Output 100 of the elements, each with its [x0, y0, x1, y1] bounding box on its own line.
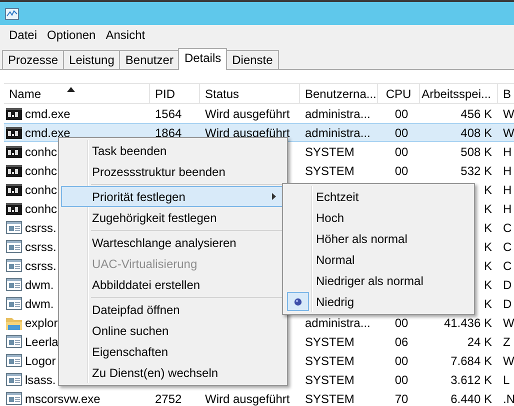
table-cell-text: H [502, 182, 513, 198]
console-icon [6, 164, 22, 176]
process-name: conhc [25, 144, 58, 158]
process-name: cmd.exe [25, 106, 70, 120]
menu-item[interactable]: Dateipfad öffnen [61, 299, 285, 320]
table-cell-text: 00 [394, 106, 410, 122]
menu-item[interactable]: Priorität festlegen [61, 186, 285, 207]
menu-bar-item[interactable]: Ansicht [100, 28, 150, 42]
table-cell-text: C [502, 258, 513, 274]
app-window-icon [6, 297, 22, 310]
table-cell-text: SYSTEM [304, 372, 356, 388]
submenu-arrow-icon [272, 193, 276, 200]
table-cell: W [498, 123, 514, 142]
table-cell-text: L [502, 372, 511, 388]
column-header[interactable]: Name [4, 83, 150, 104]
menu-item[interactable]: Niedrig [285, 291, 472, 312]
table-cell-text: administra... [304, 314, 372, 332]
table-cell-text: K [482, 238, 493, 256]
column-header[interactable]: Status [200, 83, 300, 104]
console-icon [6, 108, 22, 120]
column-header[interactable]: PID [150, 83, 200, 104]
table-cell-text: Wird ausgeführt [204, 390, 291, 406]
table-cell-text: H [502, 144, 513, 160]
menu-item[interactable]: Eigenschaften [61, 341, 285, 362]
menu-item[interactable]: Prozessstruktur beenden [61, 161, 285, 182]
process-name: csrss. [25, 258, 56, 272]
process-name: conhc [25, 202, 58, 216]
table-cell-text: K [482, 220, 493, 236]
table-cell-text: C [502, 220, 513, 236]
chart-window-icon [5, 8, 19, 20]
table-cell: 408 K [420, 123, 498, 142]
app-window-icon [6, 240, 22, 253]
process-name: csrss. [25, 240, 56, 254]
menu-bar-item[interactable]: Datei [4, 28, 42, 42]
table-cell-text: SYSTEM [304, 144, 356, 160]
table-cell-text: SYSTEM [304, 390, 356, 406]
column-header[interactable]: Benutzerna... [300, 83, 378, 104]
menu-item[interactable]: Zu Dienst(en) wechseln [61, 362, 285, 383]
process-name: dwm. [25, 296, 54, 310]
table-cell-text: D [502, 296, 513, 312]
app-window-icon [6, 373, 22, 386]
menu-item[interactable]: Warteschlange analysieren [61, 232, 285, 253]
menu-bar-item[interactable]: Optionen [42, 28, 101, 42]
console-icon [6, 184, 22, 196]
menu-item[interactable]: Hoch [285, 207, 472, 228]
table-cell-text: C [502, 238, 513, 256]
process-name: Logor [25, 354, 56, 368]
table-cell-text: W [502, 314, 514, 332]
table-cell-text: 1564 [154, 106, 183, 122]
menu-item[interactable]: Online suchen [61, 320, 285, 341]
table-cell: administra... [300, 123, 378, 142]
table-cell-text: 00 [394, 372, 410, 388]
table-cell-text: 00 [394, 162, 410, 180]
table-cell-text: SYSTEM [304, 352, 356, 370]
table-cell-text: 24 K [466, 334, 493, 350]
menu-item[interactable]: Echtzeit [285, 186, 472, 207]
table-cell-text: 06 [394, 334, 410, 350]
process-name: csrss. [25, 220, 56, 234]
process-name: explor [25, 316, 58, 330]
app-window-icon [6, 259, 22, 272]
table-cell-text: 7.684 K [450, 352, 493, 370]
console-icon [6, 202, 22, 214]
process-name: conhc [25, 182, 58, 196]
menu-item[interactable]: Zugehörigkeit festlegen [61, 207, 285, 228]
table-cell-text: 532 K [460, 162, 493, 180]
app-window-icon [6, 335, 22, 348]
table-cell-text: D [502, 276, 513, 294]
process-name: dwm. [25, 278, 54, 292]
process-name: conhc [25, 164, 58, 178]
table-cell-text: 41.436 K [442, 314, 493, 332]
table-cell-text: 456 K [460, 106, 493, 122]
table-cell-text: H [502, 162, 513, 180]
process-name: mscorsvw.exe [25, 392, 100, 406]
menu-item[interactable]: Niedriger als normal [285, 270, 472, 291]
menu-item[interactable]: Höher als normal [285, 228, 472, 249]
table-cell-text: K [482, 200, 493, 218]
table-cell-text: W [502, 352, 514, 370]
table-cell-text: H [502, 200, 513, 218]
table-cell-text: K [482, 182, 493, 198]
table-cell-text: K [482, 296, 493, 312]
table-cell-text: Z [502, 334, 512, 350]
tab[interactable]: Details [178, 48, 228, 70]
console-icon [6, 126, 22, 138]
table-cell-text: 6.440 K [450, 390, 493, 406]
column-header[interactable]: Arbeitsspei... [420, 83, 498, 104]
sort-arrow-icon [67, 87, 75, 92]
table-cell: 00 [378, 123, 420, 142]
tab[interactable]: Prozesse [2, 50, 64, 69]
menu-item[interactable]: Task beenden [61, 140, 285, 161]
menu-item[interactable]: Normal [285, 249, 472, 270]
tab[interactable]: Dienste [226, 50, 279, 69]
table-cell-text: 3.612 K [450, 372, 493, 388]
table-cell-text: 2752 [154, 390, 183, 406]
column-header[interactable]: B [498, 83, 514, 104]
table-cell-text: 00 [394, 352, 410, 370]
radio-dot-icon [294, 298, 302, 306]
tab[interactable]: Leistung [63, 50, 120, 69]
folder-icon [6, 316, 22, 330]
column-header[interactable]: CPU [378, 83, 420, 104]
menu-item[interactable]: Abbilddatei erstellen [61, 274, 285, 295]
